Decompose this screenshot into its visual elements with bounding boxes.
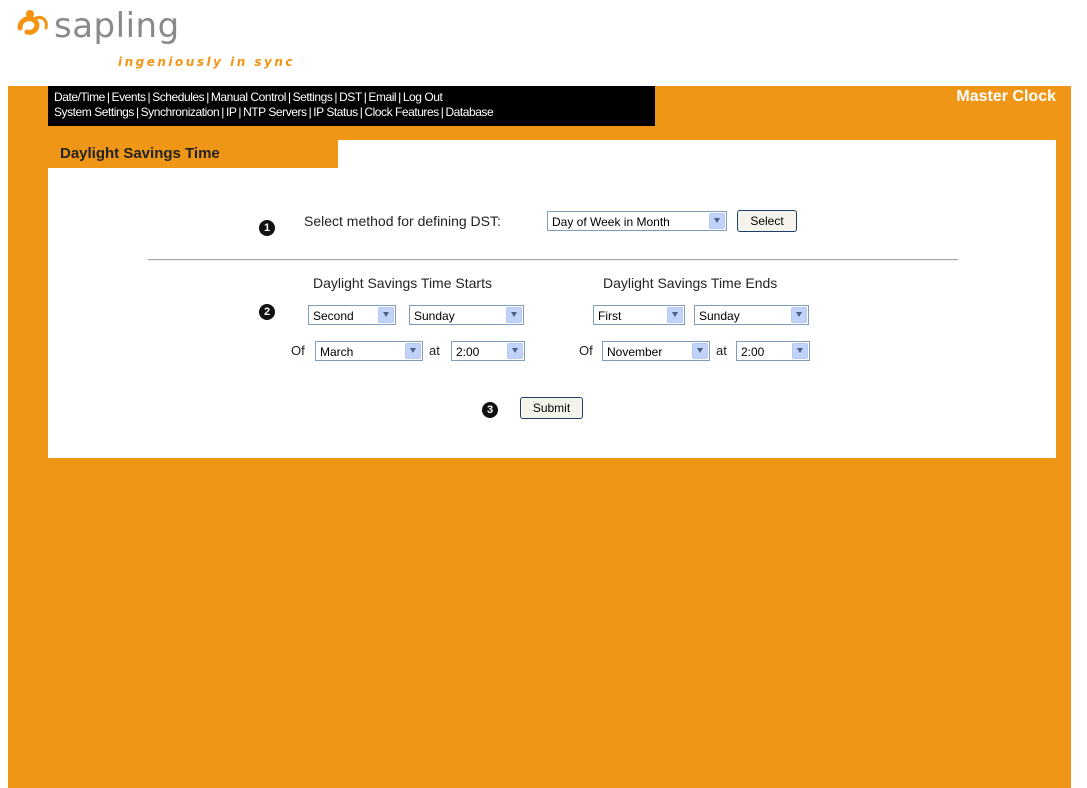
end-time-value: 2:00 <box>741 345 765 359</box>
method-select[interactable]: Day of Week in Month <box>547 211 727 231</box>
nav-ntp-servers[interactable]: NTP Servers <box>243 105 307 119</box>
start-day-select[interactable]: Sunday <box>409 305 524 325</box>
nav-ip[interactable]: IP <box>226 105 237 119</box>
nav-database[interactable]: Database <box>445 105 493 119</box>
logo-wordmark: sapling <box>54 6 180 46</box>
header: sapling ingeniously in sync <box>0 0 1087 86</box>
chevron-down-icon <box>792 343 808 359</box>
end-day-value: Sunday <box>699 309 740 323</box>
step-2-marker: 2 <box>259 304 275 320</box>
nav-row-primary: Date/Time | Events | Schedules | Manual Contro… <box>54 90 443 104</box>
nav-ip-status[interactable]: IP Status <box>313 105 358 119</box>
sapling-leaf-logo-icon <box>17 10 48 35</box>
product-title: Master Clock <box>956 88 1056 105</box>
end-of-label: Of <box>579 343 593 358</box>
start-week-value: Second <box>313 309 354 323</box>
nav-row-secondary: System Settings | Synchronization | IP | NTP S… <box>54 105 494 119</box>
nav-schedules[interactable]: Schedules <box>152 90 204 104</box>
select-method-button[interactable]: Select <box>737 210 797 232</box>
start-week-select[interactable]: Second <box>308 305 396 325</box>
dst-starts-heading: Daylight Savings Time Starts <box>313 275 492 291</box>
nav-settings[interactable]: Settings <box>293 90 333 104</box>
step-1-marker: 1 <box>259 220 275 236</box>
end-time-select[interactable]: 2:00 <box>736 341 810 361</box>
start-month-value: March <box>320 345 354 359</box>
chevron-down-icon <box>791 307 807 323</box>
method-select-value: Day of Week in Month <box>552 215 670 229</box>
start-time-value: 2:00 <box>456 345 480 359</box>
start-at-label: at <box>429 343 440 358</box>
dst-ends-heading: Daylight Savings Time Ends <box>603 275 778 291</box>
chevron-down-icon <box>709 213 725 229</box>
nav-date-time[interactable]: Date/Time <box>54 90 105 104</box>
chevron-down-icon <box>405 343 421 359</box>
start-time-select[interactable]: 2:00 <box>451 341 525 361</box>
nav-dst[interactable]: DST <box>339 90 362 104</box>
chevron-down-icon <box>378 307 394 323</box>
step-3-marker: 3 <box>482 402 498 418</box>
nav-log-out[interactable]: Log Out <box>403 90 443 104</box>
start-month-select[interactable]: March <box>315 341 423 361</box>
divider <box>148 259 958 261</box>
start-of-label: Of <box>291 343 305 358</box>
page-title-tab: Daylight Savings Time <box>48 140 338 168</box>
chevron-down-icon <box>506 307 522 323</box>
start-day-value: Sunday <box>414 309 455 323</box>
nav-synchronization[interactable]: Synchronization <box>141 105 220 119</box>
submit-button[interactable]: Submit <box>520 397 583 419</box>
nav-clock-features[interactable]: Clock Features <box>364 105 439 119</box>
end-day-select[interactable]: Sunday <box>694 305 809 325</box>
end-month-value: November <box>607 345 663 359</box>
end-month-select[interactable]: November <box>602 341 710 361</box>
nav-email[interactable]: Email <box>368 90 396 104</box>
tagline: ingeniously in sync <box>118 55 296 69</box>
chevron-down-icon <box>692 343 708 359</box>
end-week-value: First <box>598 309 622 323</box>
end-at-label: at <box>716 343 727 358</box>
nav-system-settings[interactable]: System Settings <box>54 105 134 119</box>
chevron-down-icon <box>507 343 523 359</box>
nav-events[interactable]: Events <box>112 90 146 104</box>
method-label: Select method for defining DST: <box>304 213 501 229</box>
page-title: Daylight Savings Time <box>60 145 220 162</box>
nav-manual-control[interactable]: Manual Control <box>211 90 287 104</box>
chevron-down-icon <box>667 307 683 323</box>
nav-menu: Date/Time | Events | Schedules | Manual Contro… <box>48 86 655 126</box>
end-week-select[interactable]: First <box>593 305 685 325</box>
